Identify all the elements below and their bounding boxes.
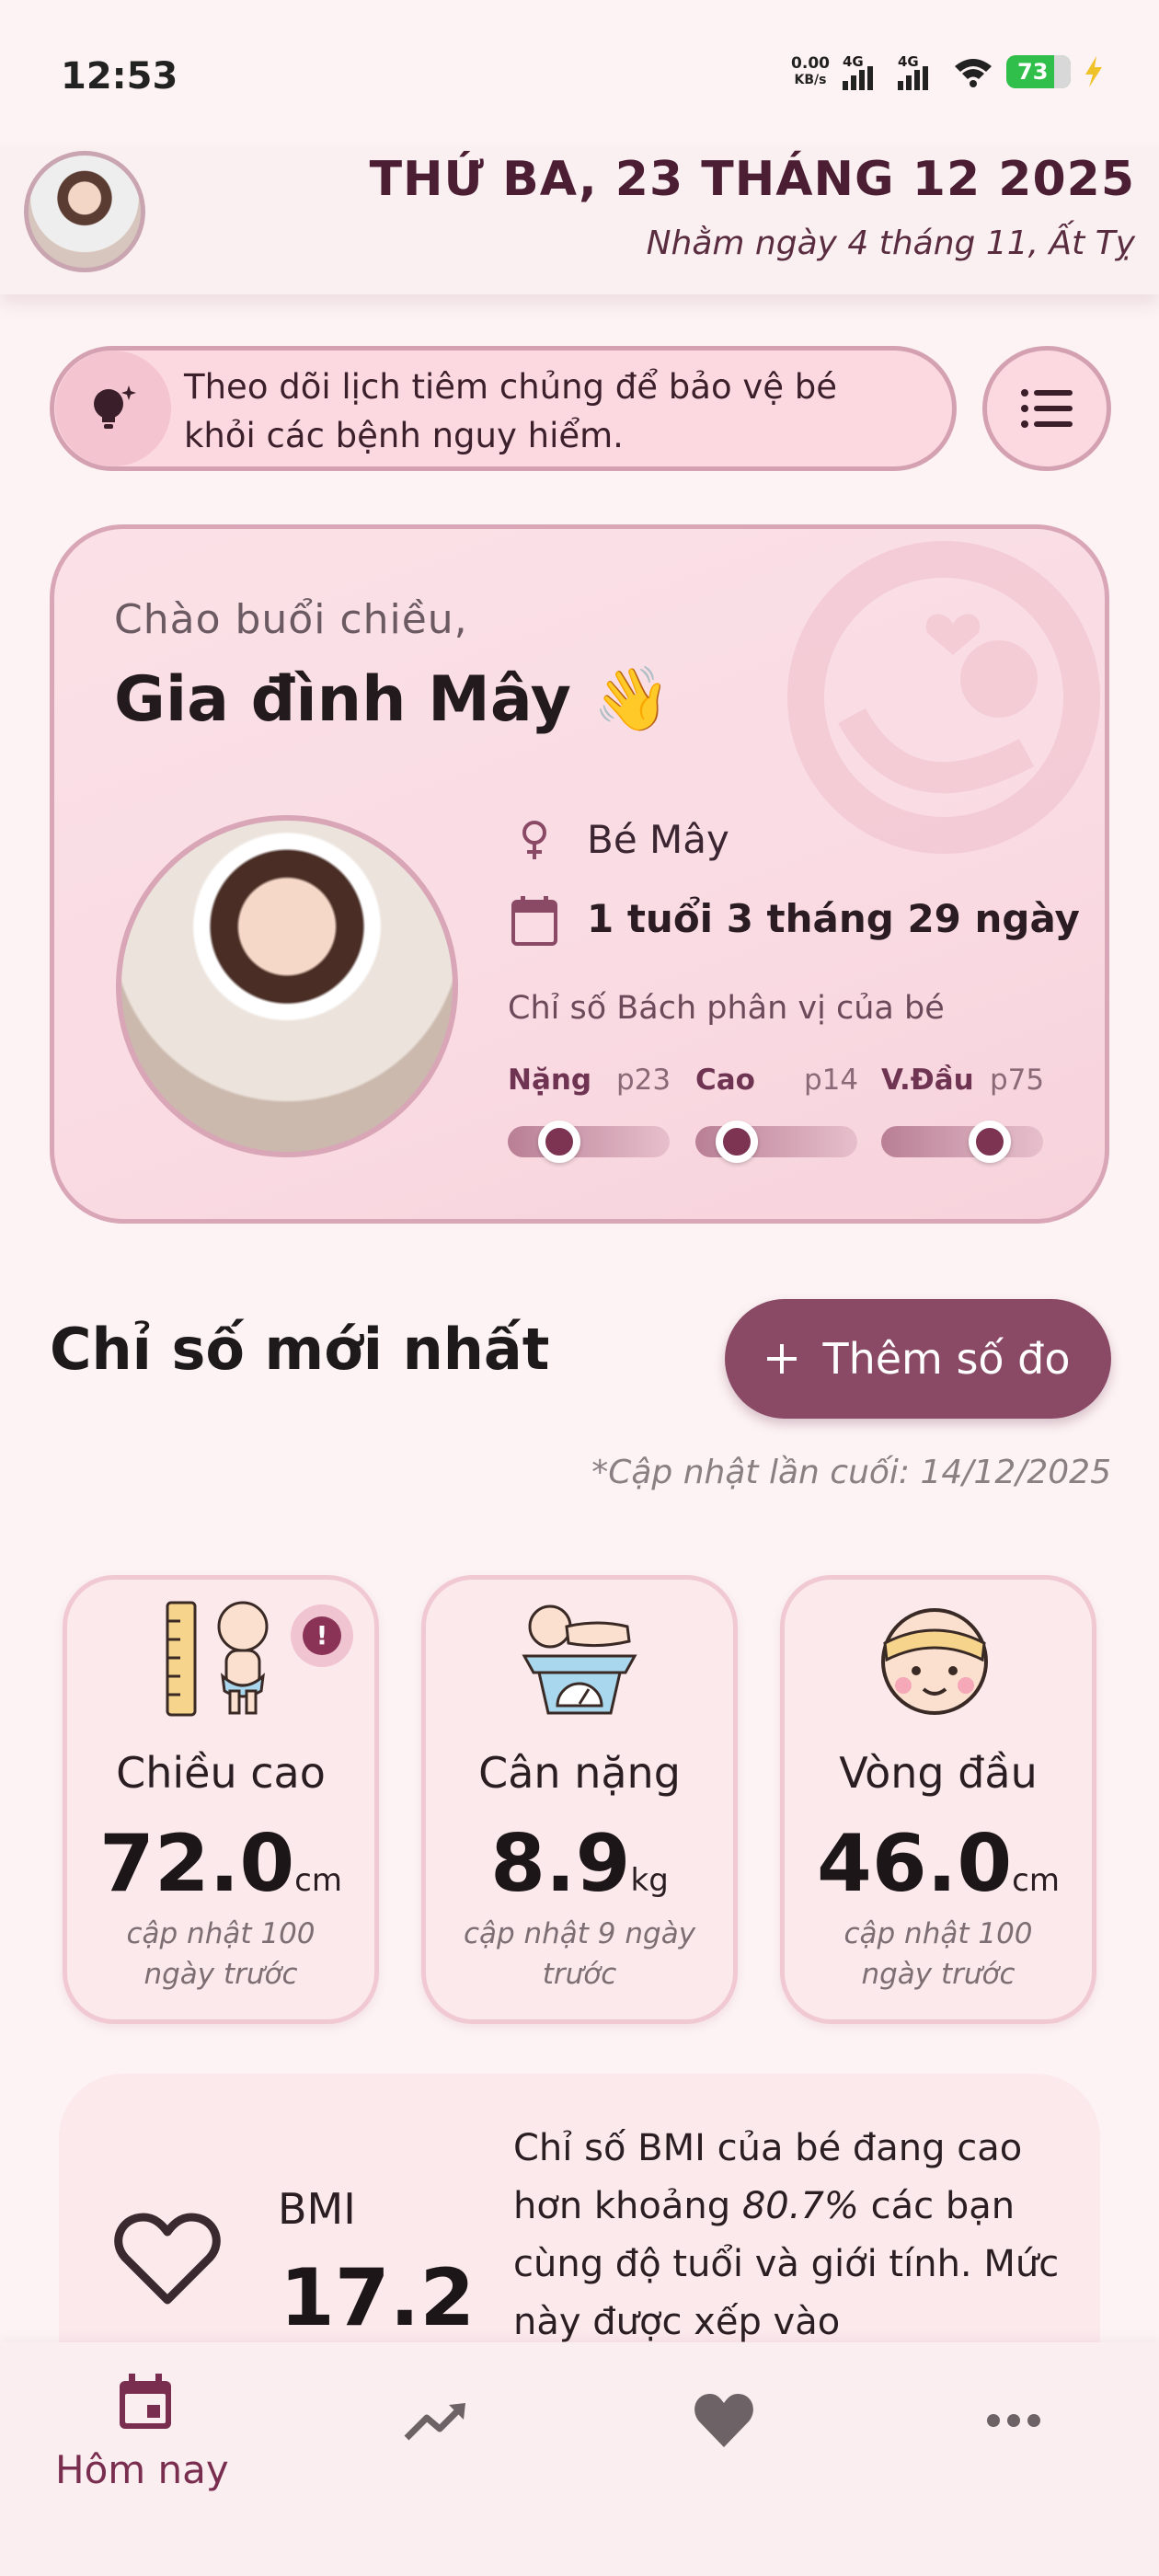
percentile-weight-bar xyxy=(508,1126,670,1157)
head-value: 46.0cm xyxy=(816,1818,1060,1910)
family-name: Gia đình Mây 👋 xyxy=(114,663,671,736)
nav-today-label[interactable]: Hôm nay xyxy=(55,2447,229,2492)
percentile-weight-knob xyxy=(537,1121,580,1163)
percentile-height-label: Cao xyxy=(695,1064,755,1097)
add-measurement-label: Thêm số đo xyxy=(822,1334,1071,1384)
bmi-description: Chỉ số BMI của bé đang cao hơn khoảng 80… xyxy=(513,2127,1060,2343)
section-title: Chỉ số mới nhất xyxy=(50,1316,550,1383)
header-date: THỨ BA, 23 THÁNG 12 2025 xyxy=(369,152,1135,207)
baby-photo xyxy=(116,815,458,1157)
greeting: Chào buổi chiều, xyxy=(114,596,468,643)
trending-up-icon[interactable] xyxy=(403,2401,469,2442)
list-icon xyxy=(1021,389,1073,428)
plus-icon xyxy=(767,1344,798,1374)
weight-value: 8.9kg xyxy=(490,1818,669,1910)
battery-icon: 73 xyxy=(1006,55,1071,88)
percentile-weight-value: p23 xyxy=(616,1064,671,1097)
last-updated: *Cập nhật lần cuối: 14/12/2025 xyxy=(591,1454,1111,1491)
network-speed: 0.00 KB/s xyxy=(791,54,830,87)
menu-button[interactable] xyxy=(982,346,1111,471)
wifi-icon xyxy=(955,59,992,87)
lightbulb-icon xyxy=(55,351,171,466)
baby-scale-icon xyxy=(522,1604,637,1715)
signal-icon: 4G xyxy=(843,53,885,90)
percentile-title: Chỉ số Bách phân vị của bé xyxy=(508,990,945,1027)
height-title: Chiều cao xyxy=(116,1748,326,1798)
alert-badge[interactable]: ! xyxy=(291,1604,353,1667)
profile-avatar[interactable] xyxy=(24,151,145,272)
baby-name: Bé Mây xyxy=(587,817,729,862)
female-icon xyxy=(522,821,546,859)
ruler-baby-icon xyxy=(166,1601,269,1717)
bmi-label: BMI xyxy=(278,2184,356,2234)
more-icon[interactable] xyxy=(986,2412,1041,2429)
percentile-height-value: p14 xyxy=(804,1064,859,1097)
weight-title: Cân nặng xyxy=(478,1748,681,1798)
baby-age: 1 tuổi 3 tháng 29 ngày xyxy=(587,896,1080,941)
bmi-value: 17.2 xyxy=(280,2252,476,2344)
percentile-head-label: V.Đầu xyxy=(881,1064,974,1097)
signal-icon: 4G xyxy=(898,53,940,90)
lunar-date: Nhằm ngày 4 tháng 11, Ất Tỵ xyxy=(646,224,1135,262)
percentile-height-knob xyxy=(715,1121,758,1163)
height-value: 72.0cm xyxy=(98,1818,342,1910)
status-time: 12:53 xyxy=(61,55,178,98)
percentile-head-knob xyxy=(969,1121,1011,1163)
charging-icon xyxy=(1085,56,1102,87)
exclamation-icon: ! xyxy=(303,1616,341,1655)
head-title: Vòng đầu xyxy=(839,1748,1038,1798)
calendar-icon xyxy=(511,896,557,946)
calendar-today-icon[interactable] xyxy=(116,2370,175,2432)
heart-icon[interactable] xyxy=(692,2392,756,2451)
weight-note: cập nhật 9 ngày trước xyxy=(463,1917,696,1991)
head-note: cập nhật 100 ngày trước xyxy=(843,1917,1033,1991)
percentile-head-bar xyxy=(881,1126,1043,1157)
heart-outline-icon xyxy=(114,2213,221,2305)
tip-text: Theo dõi lịch tiêm chủng để bảo vệ bé kh… xyxy=(184,367,838,455)
percentile-weight-label: Nặng xyxy=(508,1064,592,1097)
height-note: cập nhật 100 ngày trước xyxy=(126,1917,316,1991)
status-icons: 0.00 KB/s 4G 4G 73 xyxy=(791,53,1104,90)
add-measurement-button[interactable]: Thêm số đo xyxy=(725,1299,1111,1419)
mother-baby-logo-icon xyxy=(787,541,1100,854)
baby-head-tape-icon xyxy=(881,1608,988,1715)
percentile-head-value: p75 xyxy=(990,1064,1045,1097)
